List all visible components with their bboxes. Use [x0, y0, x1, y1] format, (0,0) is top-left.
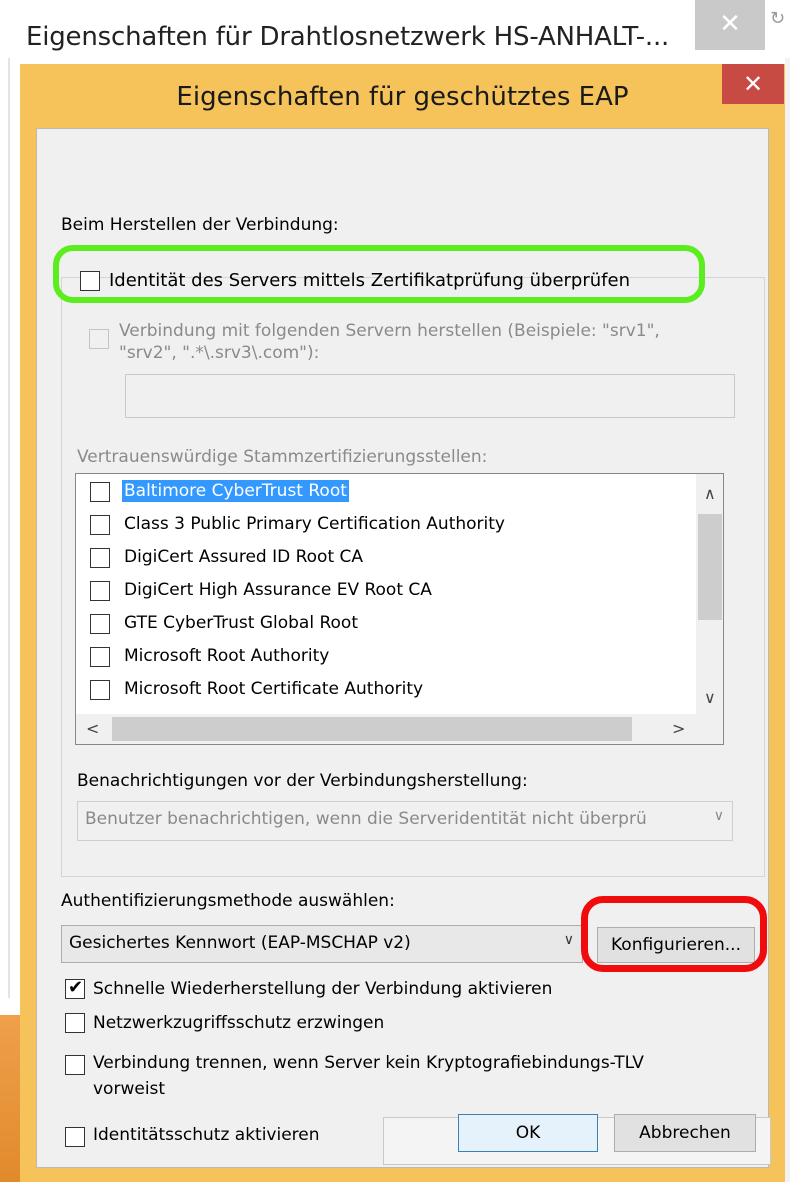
chevron-right-icon[interactable]: > [672, 719, 685, 738]
cert-name: Class 3 Public Primary Certification Aut… [124, 514, 505, 534]
connect-servers-checkbox[interactable] [89, 329, 109, 349]
cancel-button[interactable]: Abbrechen [614, 1114, 756, 1152]
connect-servers-label-line2: "srv2", ".*\.srv3\.com"): [119, 343, 320, 363]
cert-checkbox[interactable] [90, 614, 110, 634]
nap-checkbox[interactable] [65, 1013, 85, 1033]
chevron-left-icon[interactable]: < [86, 719, 99, 738]
close-icon: ✕ [719, 9, 741, 39]
trusted-ca-label: Vertrauenswürdige Stammzertifizierungsst… [77, 447, 488, 467]
cert-checkbox[interactable] [90, 515, 110, 535]
dialog-client-area: Beim Herstellen der Verbindung: Identitä… [36, 128, 771, 1168]
disconnect-label-line2: vorweist [93, 1079, 166, 1099]
identity-privacy-label: Identitätsschutz aktivieren [93, 1125, 320, 1145]
connect-servers-input[interactable] [125, 374, 735, 418]
dialog-close-button[interactable]: ✕ [722, 64, 784, 104]
horizontal-scroll-thumb[interactable] [112, 717, 632, 741]
cert-checkbox[interactable] [90, 482, 110, 502]
notifications-select[interactable]: Benutzer benachrichtigen, wenn die Serve… [77, 801, 733, 841]
list-item[interactable]: DigiCert Assured ID Root CA [76, 542, 696, 574]
cert-name: DigiCert High Assurance EV Root CA [124, 580, 432, 600]
cert-checkbox[interactable] [90, 581, 110, 601]
cert-checkbox[interactable] [90, 680, 110, 700]
vertical-scroll-thumb[interactable] [698, 514, 722, 620]
dialog-title: Eigenschaften für geschütztes EAP [176, 82, 629, 112]
list-item[interactable]: Microsoft Root Certificate Authority [76, 674, 696, 706]
outer-close-button[interactable]: ✕ [695, 0, 765, 50]
ok-button[interactable]: OK [458, 1114, 598, 1152]
cert-name: Microsoft Root Certificate Authority [124, 679, 424, 699]
trusted-ca-list[interactable]: Baltimore CyberTrust Root Class 3 Public… [75, 473, 724, 745]
list-item[interactable]: Microsoft Root Authority [76, 641, 696, 673]
horizontal-scrollbar[interactable]: < > [76, 714, 696, 744]
chevron-down-icon: ∨ [563, 932, 574, 948]
cert-name: Microsoft Root Authority [124, 646, 330, 666]
identity-privacy-checkbox[interactable] [65, 1127, 85, 1147]
cert-name: Baltimore CyberTrust Root [122, 480, 349, 502]
chevron-down-icon[interactable]: ∨ [704, 688, 716, 707]
outer-window-title: Eigenschaften für Drahtlosnetzwerk HS-AN… [26, 22, 670, 52]
list-item[interactable]: Baltimore CyberTrust Root [76, 476, 696, 508]
disconnect-label-line1: Verbindung trennen, wenn Server kein Kry… [93, 1053, 644, 1073]
auth-method-label: Authentifizierungsmethode auswählen: [61, 891, 395, 911]
connect-servers-label-line1: Verbindung mit folgenden Servern herstel… [119, 321, 660, 341]
cert-checkbox[interactable] [90, 647, 110, 667]
cert-name: GTE CyberTrust Global Root [124, 613, 358, 633]
auth-method-select[interactable]: Gesichertes Kennwort (EAP-MSCHAP v2) ∨ [61, 925, 583, 963]
chevron-up-icon[interactable]: ∧ [704, 484, 716, 503]
notifications-value: Benutzer benachrichtigen, wenn die Serve… [85, 809, 647, 829]
chevron-down-icon: ∨ [713, 808, 724, 824]
outer-window-edge [785, 58, 790, 1182]
list-item[interactable]: GTE CyberTrust Global Root [76, 608, 696, 640]
scrollbar-corner [696, 714, 723, 744]
outer-window-border [8, 58, 10, 998]
configure-annotation [581, 896, 767, 972]
refresh-icon: ↻ [770, 8, 786, 29]
list-item[interactable]: DigiCert High Assurance EV Root CA [76, 575, 696, 607]
vertical-scrollbar[interactable]: ∧ ∨ [696, 474, 723, 714]
peap-properties-dialog: Eigenschaften für geschütztes EAP ✕ Beim… [20, 64, 785, 1182]
verify-cert-annotation [53, 245, 705, 303]
check-icon: ✔ [68, 977, 84, 998]
close-icon: ✕ [742, 70, 764, 98]
notifications-label: Benachrichtigungen vor der Verbindungshe… [77, 771, 528, 791]
nap-label: Netzwerkzugriffsschutz erzwingen [93, 1013, 385, 1033]
cert-name: DigiCert Assured ID Root CA [124, 547, 364, 567]
fast-reconnect-checkbox[interactable]: ✔ [65, 977, 85, 999]
disconnect-checkbox[interactable] [65, 1055, 85, 1075]
list-item[interactable]: Class 3 Public Primary Certification Aut… [76, 509, 696, 541]
auth-method-value: Gesichertes Kennwort (EAP-MSCHAP v2) [69, 933, 411, 953]
cert-checkbox[interactable] [90, 548, 110, 568]
fast-reconnect-label: Schnelle Wiederherstellung der Verbindun… [93, 979, 553, 999]
connect-section-label: Beim Herstellen der Verbindung: [61, 215, 339, 235]
